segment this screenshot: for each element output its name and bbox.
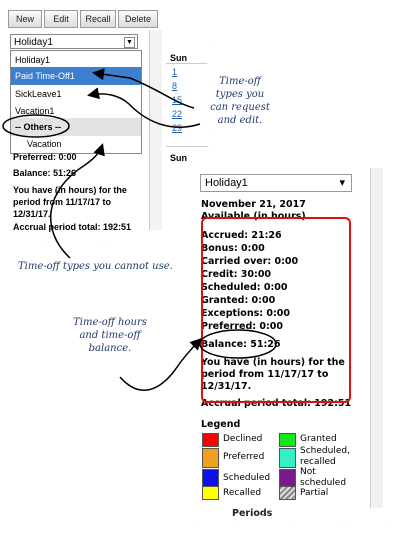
calendar-day-link[interactable]: 15 — [172, 95, 182, 105]
option-vacation-other: Vacation — [27, 139, 62, 149]
calendar-day-link[interactable]: 8 — [172, 81, 177, 91]
legend-title: Legend — [201, 419, 241, 430]
time-off-type-select[interactable]: Holiday1 ▼ — [10, 34, 138, 49]
scrollbar[interactable] — [149, 30, 162, 230]
calendar-day-link[interactable]: 22 — [172, 109, 182, 119]
time-off-type-value: Holiday1 — [205, 177, 248, 189]
new-button[interactable]: New — [8, 10, 42, 28]
period-summary: You have (in hours) for the period from … — [13, 185, 127, 219]
time-off-type-options: Holiday1 Paid Time-Off1 SickLeave1 Vacat… — [10, 50, 142, 154]
calendar-day-link[interactable]: 29 — [172, 123, 182, 133]
scrollbar[interactable] — [370, 168, 383, 508]
time-off-type-value: Holiday1 — [14, 37, 53, 48]
legend-label-scheduled-recalled-2: recalled — [300, 457, 336, 467]
legend-label-declined: Declined — [223, 434, 263, 444]
calendar-day-link[interactable]: 1 — [172, 67, 177, 77]
legend-swatch-granted — [279, 433, 296, 447]
legend-swatch-scheduled-recalled — [279, 448, 296, 468]
legend-swatch-recalled — [202, 486, 219, 500]
edit-button[interactable]: Edit — [44, 10, 78, 28]
delete-button[interactable]: Delete — [118, 10, 158, 28]
calendar-sun-header: Sun — [170, 53, 187, 63]
balance-highlight-box — [201, 217, 351, 403]
callout-cannot-use: Time-off types you cannot use. — [18, 261, 173, 272]
truncated-section-heading: Periods — [232, 508, 273, 519]
legend-label-granted: Granted — [300, 434, 337, 444]
legend-label-partial: Partial — [300, 488, 329, 498]
chevron-down-icon[interactable]: ▼ — [124, 37, 135, 48]
option-sick-leave[interactable]: SickLeave1 — [11, 85, 141, 103]
legend-label-not-scheduled-1: Not — [300, 467, 316, 477]
recall-button[interactable]: Recall — [80, 10, 116, 28]
upper-screenshot: New Edit Recall Delete Holiday1 ▼ Holida… — [0, 0, 214, 243]
calendar-sun-header: Sun — [170, 153, 187, 163]
time-off-type-select[interactable]: Holiday1 ▾ — [200, 174, 352, 192]
calendar-divider — [166, 146, 214, 147]
legend-swatch-declined — [202, 433, 219, 447]
preferred-value: Preferred: 0:00 — [13, 152, 77, 162]
legend-swatch-preferred — [202, 448, 219, 468]
legend-label-preferred: Preferred — [223, 452, 265, 462]
accrual-total: Accrual period total: 192:51 — [13, 222, 132, 232]
chevron-down-icon[interactable]: ▾ — [339, 175, 345, 191]
legend-label-recalled: Recalled — [223, 488, 262, 498]
callout-hours-balance: Time-off hours and time-off balance. — [73, 317, 147, 354]
legend-label-not-scheduled-2: scheduled — [300, 478, 347, 488]
legend-swatch-partial — [279, 486, 296, 500]
others-group-header: -- Others -- — [11, 118, 141, 136]
legend-label-scheduled: Scheduled — [223, 473, 271, 483]
balance-value: Balance: 51:26 — [13, 168, 77, 178]
callout-request-types: Time-off types you can request and edit. — [210, 76, 270, 126]
selected-date: November 21, 2017 — [201, 199, 306, 210]
calendar-divider — [166, 63, 214, 64]
legend-label-scheduled-recalled-1: Scheduled, — [300, 446, 350, 456]
option-paid-time-off[interactable]: Paid Time-Off1 — [11, 67, 141, 85]
